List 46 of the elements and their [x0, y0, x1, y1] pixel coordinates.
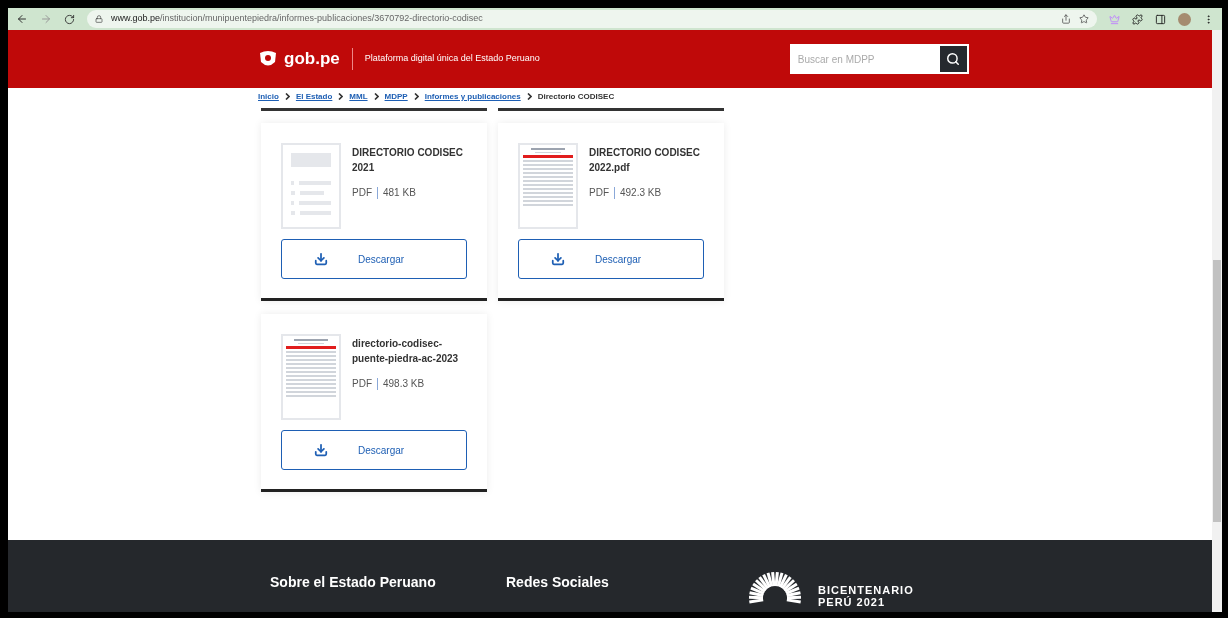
url-text: www.gob.pe/institucion/munipuentepiedra/informes-publicaciones/3670792-directorio-codisec	[111, 12, 483, 26]
document-title: DIRECTORIO CODISEC 2022.pdf	[589, 146, 701, 175]
chevron-icon	[338, 93, 344, 100]
file-size: 481 KB	[383, 186, 416, 200]
footer-heading: Redes Sociales	[506, 573, 610, 592]
site-logo[interactable]: gob.pe	[284, 46, 340, 72]
footer-heading: Sobre el Estado Peruano	[270, 573, 437, 592]
bookmark-star-icon[interactable]	[1079, 14, 1089, 24]
site-tagline: Plataforma digital única del Estado Peruano	[364, 52, 540, 66]
download-button[interactable]: Descargar	[281, 430, 467, 470]
profile-avatar[interactable]	[1178, 12, 1191, 26]
file-format: PDF	[589, 186, 609, 200]
search-button[interactable]	[937, 44, 969, 74]
back-icon[interactable]	[16, 13, 28, 25]
download-icon	[314, 443, 328, 457]
breadcrumb-link[interactable]: MDPP	[384, 90, 408, 103]
document-title: DIRECTORIO CODISEC 2021	[352, 146, 464, 175]
reload-icon[interactable]	[64, 13, 75, 25]
search-field[interactable]: Buscar en MDPP	[789, 44, 938, 74]
download-button[interactable]: Descargar	[281, 239, 467, 279]
breadcrumb-link[interactable]: Informes y publicaciones	[424, 90, 521, 103]
file-format: PDF	[352, 186, 372, 200]
bicentennial-text: BICENTENARIO	[818, 584, 914, 596]
breadcrumb-link[interactable]: El Estado	[295, 90, 333, 103]
file-size: 498.3 KB	[383, 377, 425, 391]
bicentennial-text: PERÚ 2021	[818, 596, 887, 608]
document-title: directorio-codisec-puente-piedra-ac-2023	[352, 337, 460, 366]
search-icon	[946, 52, 961, 66]
chevron-icon	[526, 93, 532, 100]
chevron-icon	[413, 93, 419, 100]
share-icon[interactable]	[1061, 14, 1071, 24]
side-panel-icon[interactable]	[1155, 13, 1166, 25]
breadcrumb-link[interactable]: Inicio	[258, 90, 279, 103]
breadcrumb-link[interactable]: MML	[349, 90, 368, 103]
download-icon	[314, 252, 328, 266]
chevron-icon	[284, 93, 290, 100]
file-format: PDF	[352, 377, 372, 391]
shield-logo-icon	[258, 50, 278, 68]
extensions-icon[interactable]	[1132, 13, 1143, 25]
chevron-icon	[373, 93, 379, 100]
lock-icon	[95, 15, 103, 23]
breadcrumb-current: Directorio CODISEC	[537, 90, 615, 103]
download-button[interactable]: Descargar	[518, 239, 704, 279]
address-bar[interactable]: www.gob.pe/institucion/munipuentepiedra/informes-publicaciones/3670792-directorio-codisec	[87, 10, 1097, 28]
download-icon	[551, 252, 565, 266]
file-size: 492.3 KB	[620, 186, 662, 200]
